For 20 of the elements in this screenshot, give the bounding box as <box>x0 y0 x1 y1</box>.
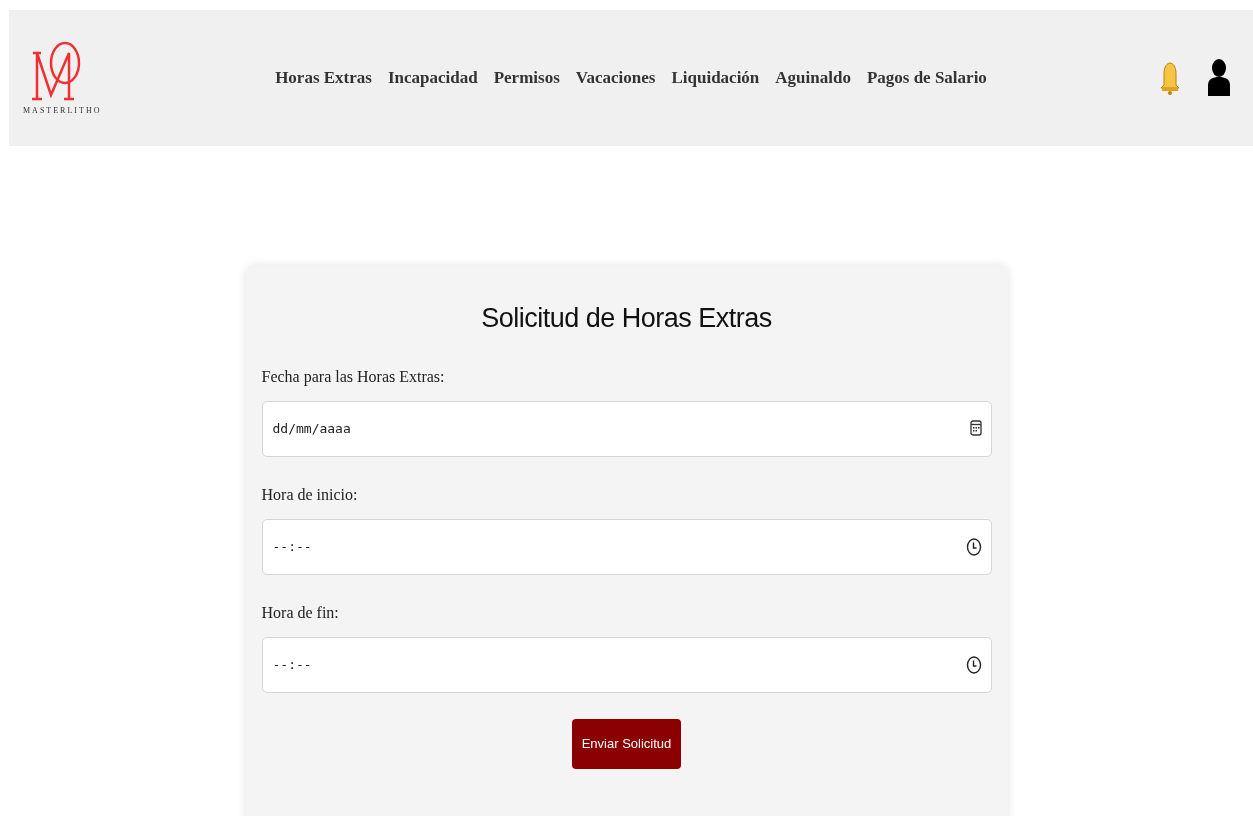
calendar-icon[interactable] <box>969 419 982 436</box>
nav-link[interactable]: Pagos de Salario <box>866 65 987 91</box>
logo-text: MASTERLITHO <box>23 105 102 117</box>
field-label: Fecha para las Horas Extras: <box>261 366 446 388</box>
time-field[interactable]: --:-- <box>261 518 992 575</box>
clock-icon[interactable] <box>965 655 982 674</box>
nav-link[interactable]: Permisos <box>493 65 560 91</box>
field-label: Hora de inicio: <box>261 484 359 505</box>
submit-button[interactable]: Enviar Solicitud <box>572 718 681 769</box>
field-label: Hora de fin: <box>261 602 340 623</box>
clock-icon[interactable] <box>965 537 982 556</box>
time-field[interactable]: --:-- <box>261 636 992 693</box>
nav-link[interactable]: Aguinaldo <box>775 65 851 91</box>
date-field[interactable]: dd/mm/aaaa <box>261 400 992 457</box>
nav-link[interactable]: Vacaciones <box>575 65 656 91</box>
nav-link[interactable]: Incapacidad <box>387 65 478 91</box>
nav-link[interactable]: Horas Extras <box>275 65 372 91</box>
nav-link[interactable]: Liquidación <box>671 65 760 91</box>
user-icon[interactable] <box>1207 58 1231 98</box>
form-title: Solicitud de Horas Extras <box>480 302 773 335</box>
